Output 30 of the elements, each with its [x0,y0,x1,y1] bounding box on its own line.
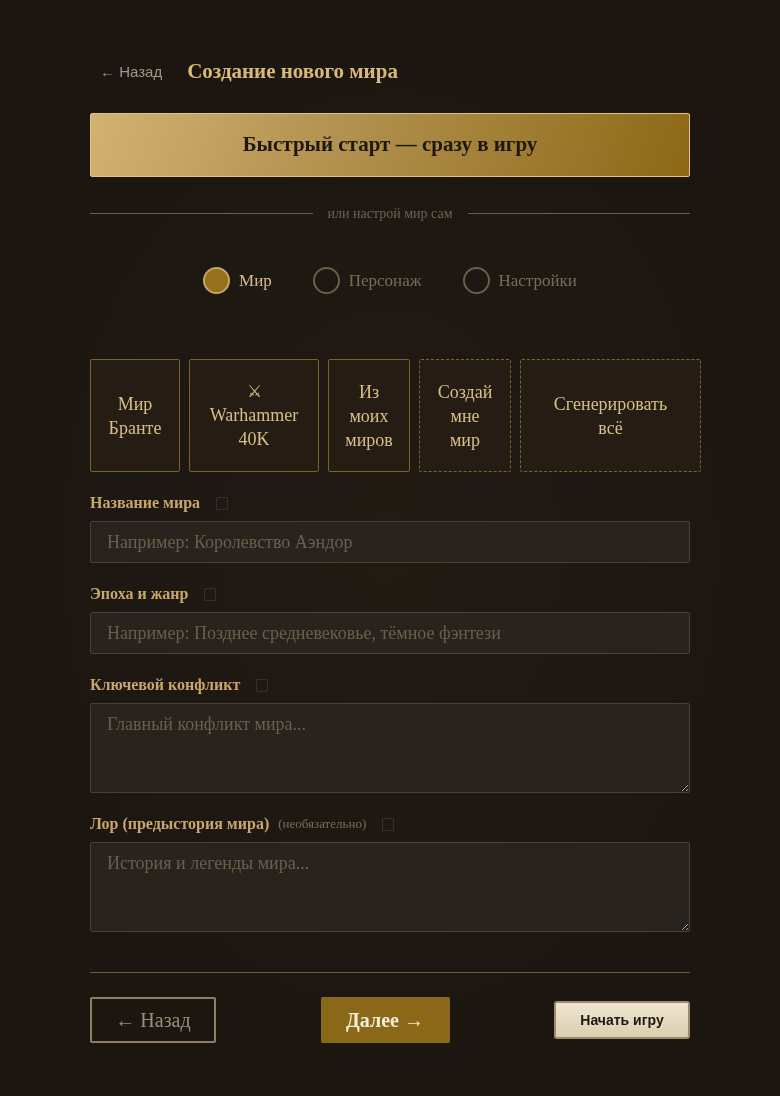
input-field[interactable]: Например: Королевство Аэндор [90,521,690,563]
step-radio[interactable] [462,267,490,294]
world-option-button[interactable]: Из моих миров [328,359,410,472]
small-square-icon [382,817,395,831]
world-option-button[interactable]: Создай мне мир [419,359,511,472]
field-label: Название мира [90,493,201,513]
step-radio[interactable] [203,267,230,294]
world-option-button[interactable]: Мир Бранте [90,359,180,472]
text-area[interactable]: История и легенды мира... [90,842,690,932]
text-area[interactable]: Главный конфликт мира... [90,703,690,793]
world-option-button[interactable]: Сгенерировать всё [520,359,701,472]
field-label: Эпоха и жанр [90,584,189,604]
next-button[interactable]: Далее → [320,997,450,1043]
page-title: Создание нового мира [187,58,398,86]
small-square-icon [256,678,269,692]
step-label[interactable]: Мир [239,267,272,294]
small-square-icon [216,496,229,510]
start-game-button[interactable]: Начать игру [554,1001,690,1039]
step-radio[interactable] [312,267,340,294]
back-button[interactable]: ← Назад [90,997,216,1043]
back-link[interactable]: ← Назад [100,60,163,84]
input-field[interactable]: Например: Позднее средневековье, тёмное фэнтези [90,612,690,654]
field-label: Лор (предыстория мира) [90,814,270,834]
quick-start-button[interactable]: Быстрый старт — сразу в игру [90,113,690,177]
world-option-button[interactable]: ⚔ Warhammer 40K [189,359,319,472]
optional-note: (необязательно) [278,815,367,833]
divider-text: или настрой мир сам [326,204,454,223]
small-square-icon [204,587,217,601]
field-label: Ключевой конфликт [90,675,241,695]
crossed-swords-icon: ⚔ [246,380,262,403]
